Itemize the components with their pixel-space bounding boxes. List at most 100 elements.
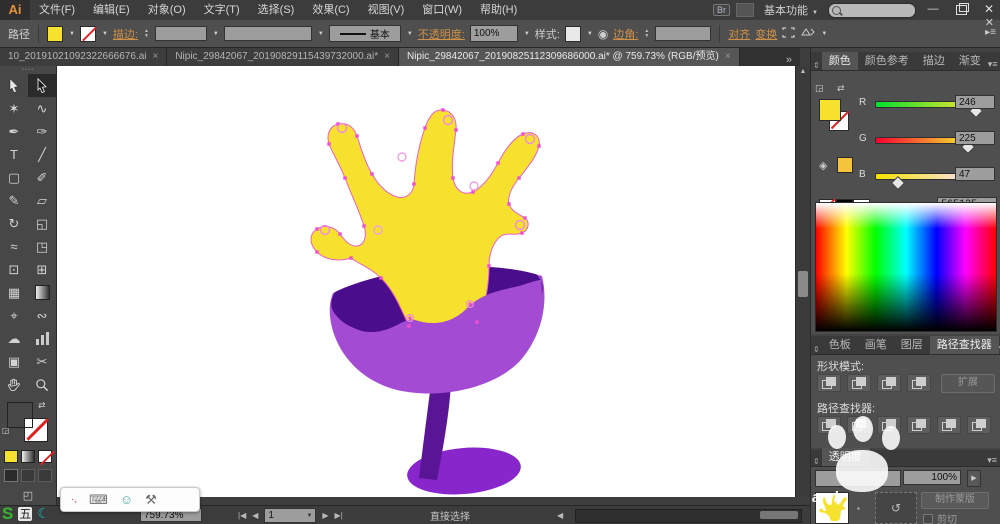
tab-layers[interactable]: 图层: [894, 336, 930, 354]
menu-2[interactable]: 对象(O): [139, 0, 195, 20]
tab-gradient[interactable]: 渐变: [952, 52, 988, 70]
pen-tool[interactable]: ✒: [0, 120, 28, 143]
color-mode-button[interactable]: [4, 450, 18, 463]
opacity-label[interactable]: 不透明度:: [418, 26, 465, 42]
selection-tool[interactable]: [0, 74, 28, 97]
mesh-tool[interactable]: ▦: [0, 281, 28, 304]
panel-collapse-arrows-icon[interactable]: ⇕: [811, 61, 822, 70]
artboard-tool[interactable]: ▣: [0, 350, 28, 373]
document-tab-0[interactable]: 10_20191021092322666676.ai ×: [0, 48, 168, 66]
corner-value-field[interactable]: [655, 26, 712, 41]
blend-tool[interactable]: ∾: [28, 304, 56, 327]
menu-5[interactable]: 效果(C): [303, 0, 358, 20]
tab-color-guide[interactable]: 颜色参考: [858, 52, 916, 70]
keyboard-icon[interactable]: ⌨: [89, 492, 108, 508]
moon-icon[interactable]: ☾: [37, 505, 50, 522]
variable-width-profile-dropdown[interactable]: 基本: [328, 25, 401, 42]
restore-button[interactable]: [950, 2, 972, 18]
rectangle-tool[interactable]: ▢: [0, 166, 28, 189]
fill-color-swatch[interactable]: [47, 25, 63, 42]
stroke-color-swatch[interactable]: [79, 25, 96, 42]
curvature-tool[interactable]: ✑: [28, 120, 56, 143]
menu-3[interactable]: 文字(T): [195, 0, 249, 20]
stroke-weight-stepper[interactable]: ▲ ▼: [144, 28, 149, 39]
eraser-tool[interactable]: ▱: [28, 189, 56, 212]
artwork[interactable]: [57, 66, 795, 497]
fill-proxy[interactable]: [819, 99, 841, 121]
none-mode-button[interactable]: [38, 450, 52, 463]
shape-mode-exclude-button[interactable]: [907, 374, 931, 392]
menu-0[interactable]: 文件(F): [30, 0, 84, 20]
gradient-tool[interactable]: [28, 281, 56, 304]
horizontal-scrollbar[interactable]: [575, 509, 802, 523]
mask-thumbnail-placeholder[interactable]: ↺: [875, 492, 917, 524]
value-B[interactable]: 47: [955, 167, 995, 181]
shape-mode-intersect-button[interactable]: [877, 374, 901, 392]
screen-mode-button[interactable]: ◰: [16, 490, 40, 503]
prev-artboard-icon[interactable]: ◀: [252, 509, 258, 523]
pathfinder-minus-back-button[interactable]: [967, 416, 991, 434]
panel-menu-icon[interactable]: ▾≡: [988, 59, 1000, 70]
pencil-tool[interactable]: ✎: [0, 189, 28, 212]
zoom-tool[interactable]: [28, 373, 56, 396]
first-artboard-icon[interactable]: |◀: [238, 509, 246, 523]
wubi-icon[interactable]: 五: [18, 506, 33, 521]
canvas-artboard[interactable]: [57, 66, 795, 497]
pathfinder-outline-button[interactable]: [937, 416, 961, 434]
slice-tool[interactable]: ✂: [28, 350, 56, 373]
tab-color[interactable]: 颜色: [821, 52, 858, 70]
vertical-scrollbar[interactable]: ▲: [795, 66, 810, 497]
transform-link[interactable]: 变换: [755, 26, 777, 42]
wrench-icon[interactable]: ⚒: [145, 492, 157, 508]
panel-collapse-icon[interactable]: ▸≡: [985, 27, 996, 38]
clip-checkbox[interactable]: 剪切: [923, 511, 957, 524]
draw-behind-button[interactable]: [21, 469, 35, 482]
artboard-number-field[interactable]: 1 ▼: [264, 508, 317, 523]
swap-colors-icon[interactable]: ⇄: [837, 83, 845, 94]
make-mask-button[interactable]: 制作蒙版: [921, 492, 989, 509]
toolbar-grip[interactable]: ▪▪▪▪: [0, 66, 56, 74]
stroke-weight-dropdown[interactable]: [154, 26, 207, 41]
tab-close-icon[interactable]: ×: [152, 48, 158, 66]
panel-collapse-arrows-icon[interactable]: ⇕: [811, 345, 822, 354]
last-artboard-icon[interactable]: ▶|: [335, 509, 343, 523]
align-link[interactable]: 对齐: [728, 26, 750, 42]
symbol-sprayer-tool[interactable]: ☁: [0, 327, 28, 350]
expand-button[interactable]: 扩展: [941, 374, 995, 393]
free-transform-tool[interactable]: ◳: [28, 235, 56, 258]
scroll-left-icon[interactable]: ◀: [557, 509, 563, 523]
menu-6[interactable]: 视图(V): [359, 0, 414, 20]
corner-stepper[interactable]: ▲ ▼: [644, 28, 649, 39]
transparency-opacity-field[interactable]: 100%: [903, 470, 961, 485]
type-tool[interactable]: T: [0, 143, 28, 166]
perspective-grid-tool[interactable]: ⊞: [28, 258, 56, 281]
search-input[interactable]: [828, 2, 916, 18]
menu-8[interactable]: 帮助(H): [471, 0, 526, 20]
tab-pathfinder[interactable]: 路径查找器: [929, 336, 999, 354]
workspace-switcher[interactable]: 基本功能 ▼: [760, 2, 822, 18]
menu-7[interactable]: 窗口(W): [413, 0, 471, 20]
stroke-weight-label[interactable]: 描边:: [113, 26, 138, 42]
next-artboard-icon[interactable]: ▶: [322, 509, 328, 523]
opacity-value[interactable]: 100%: [469, 25, 518, 42]
rotate-tool[interactable]: ↻: [0, 212, 28, 235]
tab-swatches[interactable]: 色板: [822, 336, 858, 354]
minimize-button[interactable]: —: [922, 2, 944, 18]
value-G[interactable]: 225: [955, 131, 995, 145]
width-tool[interactable]: ≈: [0, 235, 28, 258]
corner-label[interactable]: 边角:: [613, 26, 638, 42]
document-tab-1[interactable]: Nipic_29842067_20190829115439732000.ai* …: [167, 48, 399, 66]
hand-tool[interactable]: [0, 373, 28, 396]
tab-overflow-icon[interactable]: »: [786, 54, 800, 66]
paintbrush-tool[interactable]: ✐: [28, 166, 56, 189]
web-safe-cube-icon[interactable]: ◈: [819, 159, 827, 172]
menu-1[interactable]: 编辑(E): [84, 0, 139, 20]
reverse-icon[interactable]: ◲: [815, 83, 824, 94]
arrange-documents-icon[interactable]: [735, 3, 754, 17]
line-segment-tool[interactable]: ╱: [28, 143, 56, 166]
shape-mode-minus-front-button[interactable]: [847, 374, 871, 392]
draw-normal-button[interactable]: [4, 469, 18, 482]
eyedropper-tool[interactable]: ⌖: [0, 304, 28, 327]
tab-stroke[interactable]: 描边: [916, 52, 952, 70]
scale-tool[interactable]: ◱: [28, 212, 56, 235]
